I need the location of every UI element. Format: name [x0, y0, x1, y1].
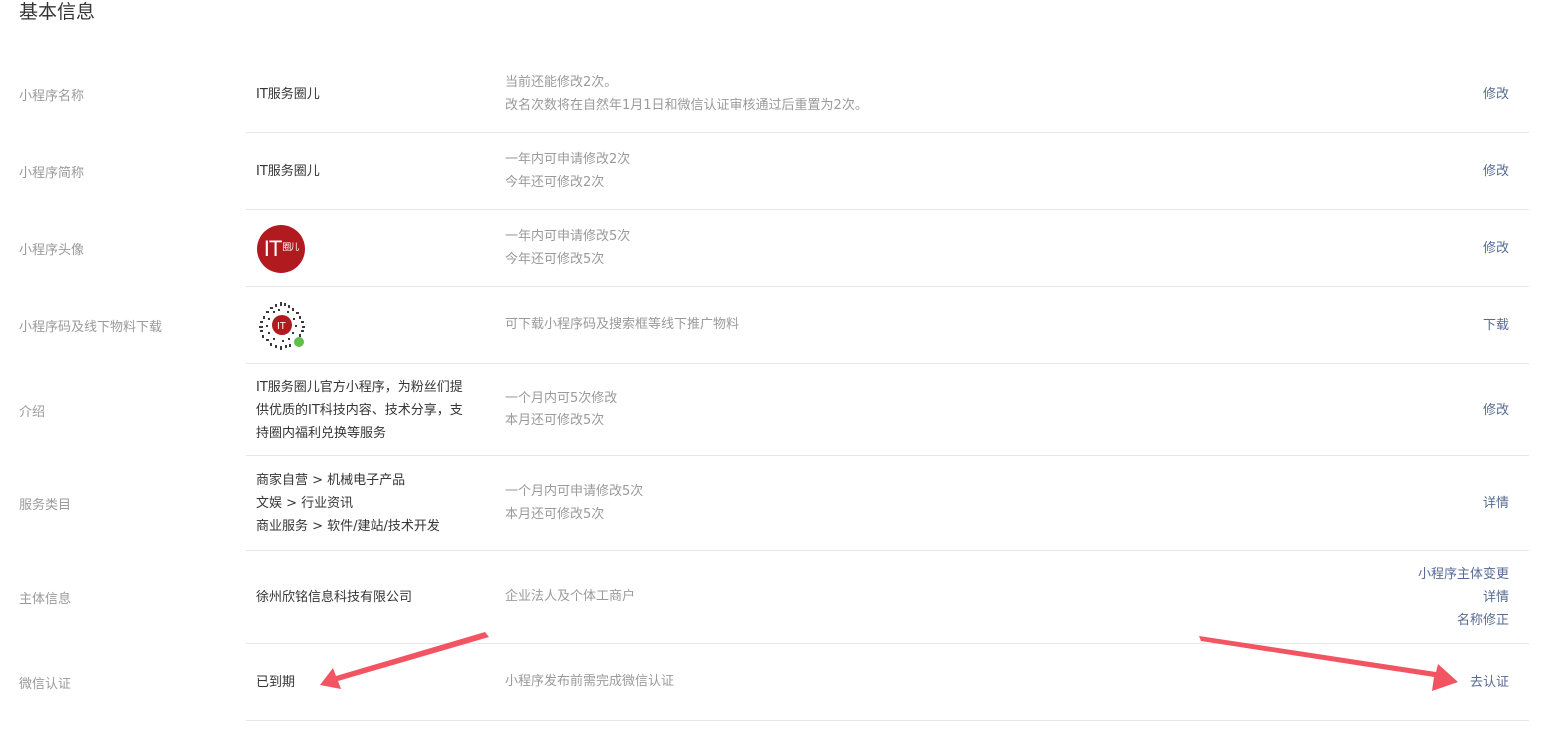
entity-detail-link[interactable]: 详情 [1329, 586, 1509, 609]
row-label: 介绍 [19, 404, 46, 420]
row-label: 主体信息 [19, 592, 72, 607]
value-line: 商家自营 > 机械电子产品 [256, 473, 406, 488]
modify-introduction-link[interactable]: 修改 [1329, 399, 1509, 422]
modify-name-link[interactable]: 修改 [1329, 83, 1509, 106]
row-mini-program-name: 小程序名称 IT服务圈儿 当前还能修改2次。 改名次数将在自然年1月1日和微信认… [0, 56, 1529, 133]
row-actions: 小程序主体变更 详情 名称修正 [1329, 563, 1529, 632]
name-correction-link[interactable]: 名称修正 [1329, 609, 1509, 632]
tip-line: 一年内可申请修改5次 [505, 229, 631, 244]
row-wechat-verification: 微信认证 已到期 小程序发布前需完成微信认证 去认证 [0, 644, 1529, 721]
tip-line: 一个月内可申请修改5次 [505, 484, 644, 499]
row-actions: 下载 [1329, 314, 1529, 337]
svg-text:IT: IT [277, 321, 286, 332]
row-label: 小程序名称 [19, 89, 85, 104]
value-line: 供优质的IT科技内容、技术分享，支 [256, 402, 463, 418]
tip-line: 改名次数将在自然年1月1日和微信认证审核通过后重置为2次。 [505, 97, 868, 113]
go-verify-link[interactable]: 去认证 [1329, 671, 1509, 694]
row-value: IT服务圈儿 [256, 87, 320, 102]
row-tip: 企业法人及个体工商户 [504, 586, 1329, 609]
row-tip: 一个月内可申请修改5次 本月还可修改5次 [504, 481, 1329, 526]
value-line: 文娱 > 行业资讯 [256, 496, 354, 511]
tip-line: 可下载小程序码及搜索框等线下推广物料 [505, 317, 740, 333]
entity-change-link[interactable]: 小程序主体变更 [1329, 563, 1509, 586]
row-entity-info: 主体信息 徐州欣铭信息科技有限公司 企业法人及个体工商户 小程序主体变更 详情 … [0, 551, 1529, 644]
row-tip: 一年内可申请修改5次 今年还可修改5次 [504, 226, 1329, 271]
row-service-category: 服务类目 商家自营 > 机械电子产品 文娱 > 行业资讯 商业服务 > 软件/建… [0, 456, 1529, 551]
row-actions: 修改 [1329, 399, 1529, 422]
avatar-text: IT [263, 236, 283, 261]
row-tip: 一年内可申请修改2次 今年还可修改2次 [504, 149, 1329, 194]
row-value: 商家自营 > 机械电子产品 文娱 > 行业资讯 商业服务 > 软件/建站/技术开… [246, 469, 504, 538]
row-actions: 修改 [1329, 83, 1529, 106]
tip-line: 企业法人及个体工商户 [505, 589, 636, 605]
value-line: IT服务圈儿官方小程序，为粉丝们提 [256, 379, 463, 395]
row-mini-program-short-name: 小程序简称 IT服务圈儿 一年内可申请修改2次 今年还可修改2次 修改 [0, 133, 1529, 210]
tip-line: 本月还可修改5次 [505, 413, 605, 428]
row-actions: 修改 [1329, 237, 1529, 260]
tip-line: 今年还可修改5次 [505, 251, 605, 267]
row-label: 小程序码及线下物料下载 [19, 320, 163, 335]
row-value: IT 圈儿 [246, 224, 504, 273]
row-actions: 修改 [1329, 160, 1529, 183]
tip-line: 小程序发布前需完成微信认证 [505, 674, 675, 690]
download-code-link[interactable]: 下载 [1329, 314, 1509, 337]
value-line: 持圈内福利兑换等服务 [256, 425, 387, 441]
avatar-sub-text: 圈儿 [282, 241, 299, 252]
row-tip: 小程序发布前需完成微信认证 [504, 671, 1329, 694]
row-actions: 去认证 [1329, 671, 1529, 694]
tip-line: 一个月内可5次修改 [505, 390, 618, 406]
row-value: IT服务圈儿官方小程序，为粉丝们提 供优质的IT科技内容、技术分享，支 持圈内福… [246, 376, 504, 445]
page-title: 基本信息 [19, 1, 96, 23]
tip-line: 今年还可修改2次 [505, 174, 605, 190]
category-detail-link[interactable]: 详情 [1329, 492, 1509, 515]
row-actions: 详情 [1329, 492, 1529, 515]
row-label: 微信认证 [19, 677, 72, 692]
row-value: IT服务圈儿 [256, 164, 320, 179]
row-tip: 一个月内可5次修改 本月还可修改5次 [504, 388, 1329, 433]
modify-short-name-link[interactable]: 修改 [1329, 160, 1509, 183]
mini-program-code-graphic: IT [259, 301, 305, 350]
row-mini-program-avatar: 小程序头像 IT 圈儿 一年内可申请修改5次 今年还可修改5次 修改 [0, 210, 1529, 287]
modify-avatar-link[interactable]: 修改 [1329, 237, 1509, 260]
row-value: 已到期 [256, 675, 296, 690]
row-label: 小程序头像 [19, 243, 85, 258]
row-value: IT [246, 300, 504, 352]
tip-line: 一年内可申请修改2次 [505, 152, 631, 167]
mini-program-code-icon: IT [256, 300, 308, 352]
tip-line: 当前还能修改2次。 [505, 75, 618, 90]
row-value: 徐州欣铭信息科技有限公司 [256, 590, 413, 605]
settings-list: 小程序名称 IT服务圈儿 当前还能修改2次。 改名次数将在自然年1月1日和微信认… [0, 56, 1529, 721]
row-introduction: 介绍 IT服务圈儿官方小程序，为粉丝们提 供优质的IT科技内容、技术分享，支 持… [0, 364, 1529, 456]
row-tip: 当前还能修改2次。 改名次数将在自然年1月1日和微信认证审核通过后重置为2次。 [504, 72, 1329, 117]
row-label: 小程序简称 [19, 166, 85, 181]
tip-line: 本月还可修改5次 [505, 506, 605, 522]
row-label: 服务类目 [19, 498, 72, 513]
value-line: 商业服务 > 软件/建站/技术开发 [256, 519, 440, 534]
it-circle-logo-icon: IT 圈儿 [257, 224, 305, 273]
row-mini-program-code: 小程序码及线下物料下载 IT 可下载小程序码及搜索框等线下推广物料 下载 [0, 287, 1529, 364]
row-tip: 可下载小程序码及搜索框等线下推广物料 [504, 314, 1329, 337]
